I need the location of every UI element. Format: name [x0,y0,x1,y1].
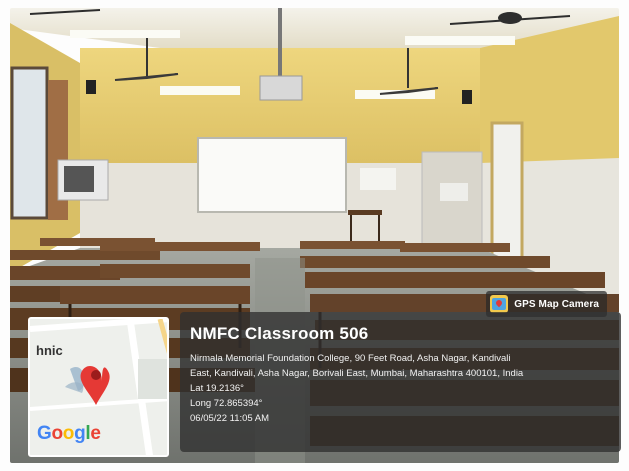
address-line-1: Nirmala Memorial Foundation College, 90 … [190,353,511,364]
google-logo-letter: o [51,423,63,444]
door-window [440,183,468,201]
longitude: Long 72.865394° [190,398,263,409]
left-window [10,66,49,220]
notice-paper [360,168,396,190]
location-info-panel: NMFC Classroom 506 Nirmala Memorial Foun… [180,312,621,452]
gps-map-camera-icon [490,295,509,313]
map-thumbnail: hnic Google [28,317,169,457]
google-logo-letter: G [37,423,52,444]
tube-light-right [405,36,515,45]
google-logo-letter: g [74,423,86,444]
gps-badge-label: GPS Map Camera [514,298,599,310]
side-table [348,210,382,215]
projector [259,75,303,101]
location-title: NMFC Classroom 506 [190,324,369,343]
whiteboard [197,137,347,213]
wall-light-right [355,90,435,99]
side-door [490,121,524,260]
tube-light-left [70,30,180,38]
television-screen [64,166,94,192]
google-logo-letter: e [90,423,101,444]
map-place-label: hnic [36,343,63,358]
address-line-2: East, Kandivali, Asha Nagar, Borivali Ea… [190,368,524,379]
google-logo: Google [37,423,101,445]
google-logo-letter: o [62,423,75,444]
speaker-right [462,90,472,104]
timestamp: 06/05/22 11:05 AM [190,413,270,424]
door [421,151,483,253]
photo-frame: GPS Map Camera NMFC Classroom 506 Nirmal… [0,0,629,471]
wall-light-left [160,86,240,95]
latitude: Lat 19.2136° [190,383,244,394]
speaker-left [86,80,96,94]
